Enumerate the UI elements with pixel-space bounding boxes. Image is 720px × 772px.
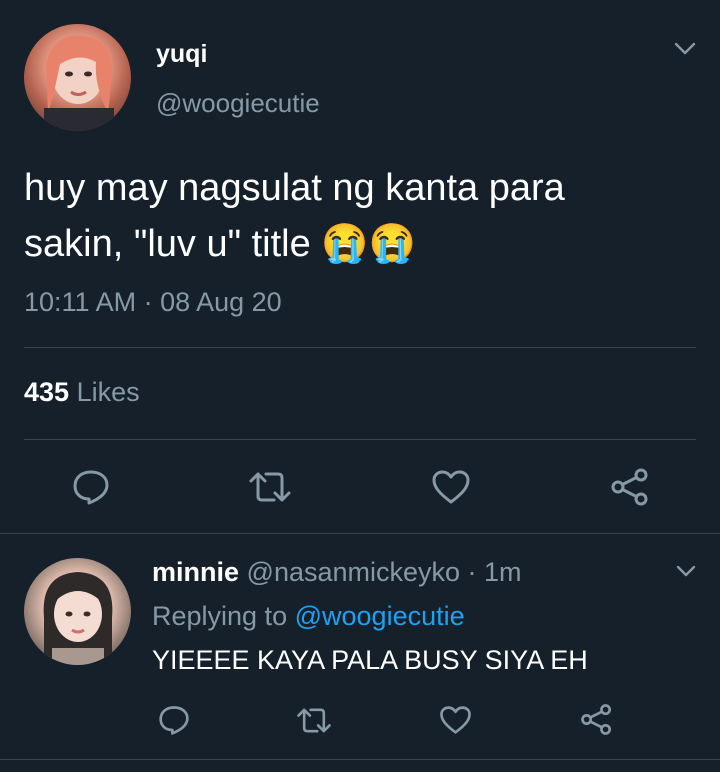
- chevron-down-icon[interactable]: [676, 565, 696, 578]
- divider: [24, 439, 696, 440]
- reply-author-name[interactable]: minnie: [152, 557, 239, 587]
- author-handle[interactable]: @woogiecutie: [156, 88, 320, 119]
- tweet-text-line-1: huy may nagsulat ng kanta para: [24, 167, 565, 209]
- divider: [0, 533, 720, 534]
- likes-label: Likes: [76, 377, 140, 407]
- reply-author-handle[interactable]: @nasanmickeyko: [247, 557, 461, 587]
- like-icon[interactable]: [431, 469, 471, 505]
- replying-to-handle[interactable]: @woogiecutie: [295, 601, 465, 631]
- replying-to: Replying to @woogiecutie: [152, 601, 465, 632]
- reply-avatar[interactable]: [24, 558, 131, 665]
- divider: [24, 347, 696, 348]
- retweet-icon[interactable]: [296, 707, 332, 734]
- share-icon[interactable]: [610, 467, 650, 507]
- reply-header: minnie @nasanmickeyko · 1m: [152, 557, 522, 588]
- reply-icon[interactable]: [158, 705, 190, 735]
- author-avatar[interactable]: [24, 24, 131, 131]
- share-icon[interactable]: [580, 703, 613, 736]
- chevron-down-icon[interactable]: [674, 42, 696, 56]
- reply-text: YIEEEE KAYA PALA BUSY SIYA EH: [152, 645, 588, 675]
- like-icon[interactable]: [439, 705, 472, 735]
- reply-icon[interactable]: [72, 469, 110, 505]
- crying-emoji: 😭😭: [321, 223, 416, 265]
- replying-to-label: Replying to: [152, 601, 288, 631]
- reply-time: · 1m: [467, 557, 522, 587]
- retweet-icon[interactable]: [248, 471, 292, 503]
- tweet-timestamp[interactable]: 10:11 AM · 08 Aug 20: [24, 287, 282, 318]
- likes-count: 435: [24, 377, 70, 407]
- likes-stat[interactable]: 435 Likes: [24, 377, 140, 408]
- tweet-text: sakin, "luv u" title: [24, 223, 311, 265]
- author-name[interactable]: yuqi: [156, 40, 207, 69]
- divider: [0, 759, 720, 760]
- tweet-text-line-2: sakin, "luv u" title 😭😭: [24, 222, 416, 266]
